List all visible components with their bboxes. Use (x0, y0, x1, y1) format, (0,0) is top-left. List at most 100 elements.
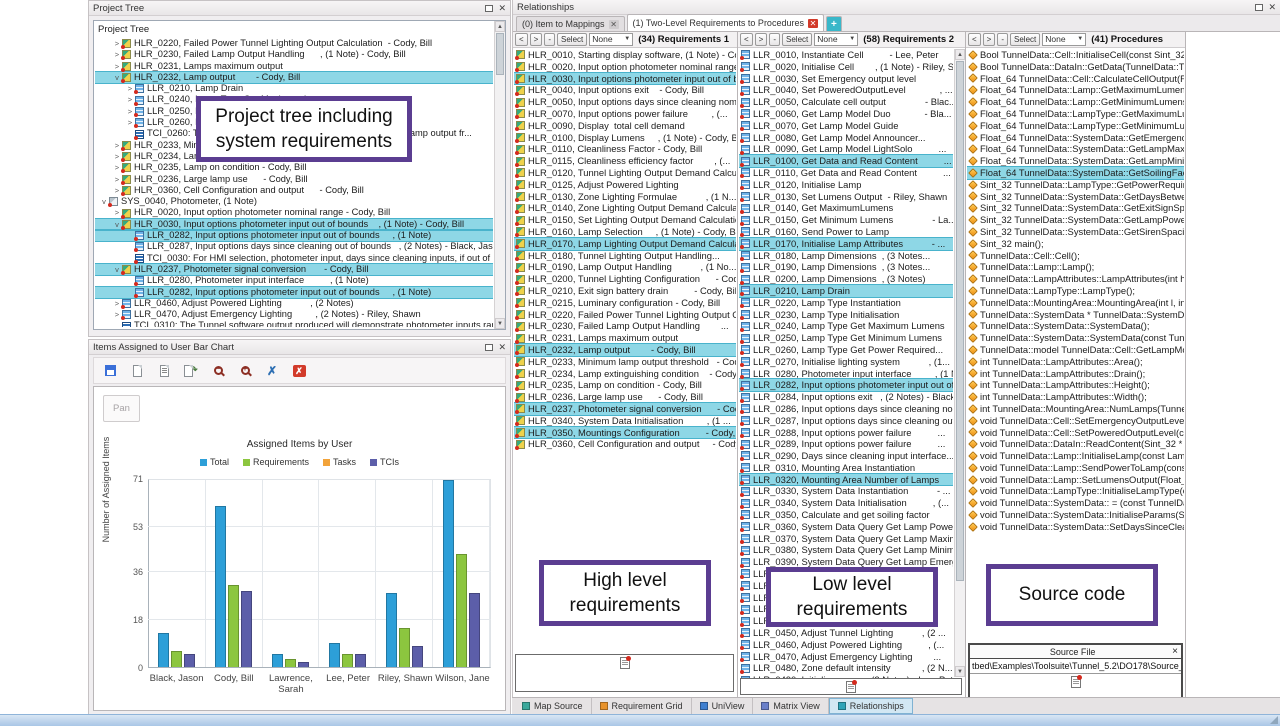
list-item[interactable]: TunnelData::SystemData::SystemData(); (967, 320, 1184, 332)
pan-button[interactable]: Pan (103, 395, 140, 422)
list-item[interactable]: TunnelData::model TunnelData::Cell::GetL… (967, 344, 1184, 356)
export-arrow-icon[interactable]: ↷ (183, 363, 199, 378)
list-item[interactable]: Float_64 TunnelData::SystemData::GetEmer… (967, 132, 1184, 144)
scroll-down-icon[interactable]: ▼ (495, 318, 505, 329)
list-item[interactable]: LLR_0110, Get Data and Read Content ... (739, 167, 953, 179)
export-page-icon[interactable] (129, 363, 145, 378)
nav-next-button[interactable]: > (983, 33, 996, 46)
list-item[interactable]: LLR_0150, Get Minimum Lumens - La... (739, 214, 953, 226)
close-icon[interactable]: ✕ (498, 4, 506, 12)
list-item[interactable]: LLR_0284, Input options exit , (2 Notes)… (739, 391, 953, 403)
list-item[interactable]: HLR_0190, Lamp Output Handling , (1 No..… (514, 261, 736, 273)
list-item[interactable]: LLR_0190, Lamp Dimensions , (3 Notes... (739, 261, 953, 273)
zoom-out-icon[interactable]: − (210, 363, 226, 378)
list-item[interactable]: LLR_0286, Input options days since clean… (739, 403, 953, 415)
tree-row[interactable]: TCI_0310: The Tunnel software output pro… (95, 320, 493, 327)
list-item[interactable]: Float_64 TunnelData::Lamp::GetMaximumLum… (967, 84, 1184, 96)
select-button[interactable]: Select (557, 33, 587, 46)
list-item[interactable]: LLR_0080, Get Lamp Model Announcer... (739, 132, 953, 144)
list-item[interactable]: HLR_0130, Zone Lighting Formulae , (1 N.… (514, 191, 736, 203)
list-item[interactable]: LLR_0289, Input options power failure ..… (739, 438, 953, 450)
view-tab-uniview[interactable]: UniView (692, 698, 754, 714)
list-item[interactable]: HLR_0235, Lamp on condition - Cody, Bill (514, 379, 736, 391)
list-item[interactable]: void TunnelData::Lamp::InitialiseLamp(co… (967, 450, 1184, 462)
list-item[interactable]: TunnelData::LampAttributes::LampAttribut… (967, 273, 1184, 285)
scroll-down-icon[interactable]: ▼ (955, 666, 965, 677)
list-item[interactable]: HLR_0170, Lamp Lighting Output Demand Ca… (514, 238, 736, 250)
list-item[interactable]: void TunnelData::Cell::SetEmergencyOutpu… (967, 415, 1184, 427)
float-icon[interactable] (1255, 4, 1263, 11)
list-item[interactable]: HLR_0360, Cell Configuration and output … (514, 438, 736, 450)
list-item[interactable]: HLR_0040, Input options exit - Cody, Bil… (514, 84, 736, 96)
list-item[interactable]: void TunnelData::SystemData::InitialiseP… (967, 509, 1184, 521)
list-item[interactable]: void TunnelData::Cell::SetPoweredOutputL… (967, 427, 1184, 439)
list-item[interactable]: LLR_0140, Get MaximumLumens (739, 202, 953, 214)
collapse-button[interactable]: - (544, 33, 555, 46)
list-item[interactable]: HLR_0150, Set Lighting Output Demand Cal… (514, 214, 736, 226)
list-item[interactable]: int TunnelData::MountingArea::NumLamps(T… (967, 403, 1184, 415)
list-item[interactable]: HLR_0125, Adjust Powered Lighting (514, 179, 736, 191)
list-item[interactable]: LLR_0050, Calculate cell output - Blac..… (739, 96, 953, 108)
tree-row[interactable]: LLR_0282, Input options photometer input… (95, 230, 493, 241)
list-item[interactable]: LLR_0330, System Data Instantiation - ..… (739, 485, 953, 497)
nav-prev-button[interactable]: < (968, 33, 981, 46)
list-item[interactable]: TunnelData::LampType::LampType(); (967, 285, 1184, 297)
close-icon[interactable]: ✕ (1268, 3, 1276, 11)
list-item[interactable]: LLR_0290, Days since cleaning input inte… (739, 450, 953, 462)
list-item[interactable]: HLR_0160, Lamp Selection , (1 Note) - Co… (514, 226, 736, 238)
collapse-button[interactable]: - (769, 33, 780, 46)
close-icon[interactable]: ✕ (498, 343, 506, 351)
list-item[interactable]: HLR_0230, Failed Lamp Output Handling ..… (514, 320, 736, 332)
filter-dropdown[interactable]: None▼ (1042, 33, 1086, 46)
nav-prev-button[interactable]: < (515, 33, 528, 46)
list-item[interactable]: HLR_0232, Lamp output - Cody, Bill (514, 344, 736, 356)
list-item[interactable]: LLR_0282, Input options photometer input… (739, 379, 953, 391)
list-item[interactable]: HLR_0340, System Data Initialisation , (… (514, 415, 736, 427)
tree-row[interactable]: TCI_0030: For HMI selection, photometer … (95, 253, 493, 264)
tree-row[interactable]: vHLR_0232, Lamp output - Cody, Bill (95, 72, 493, 83)
list-item[interactable]: HLR_0030, Input options photometer input… (514, 73, 736, 85)
tree-row[interactable]: LLR_0287, Input options days since clean… (95, 241, 493, 252)
list-item[interactable]: HLR_0020, Input option photometer nomina… (514, 61, 736, 73)
list-item[interactable]: LLR_0288, Input options power failure ..… (739, 427, 953, 439)
list-item[interactable]: LLR_0270, Initialise lighting system , (… (739, 356, 953, 368)
mapping-dropbox[interactable] (740, 678, 962, 695)
tree-row[interactable]: LLR_0282, Input options photometer input… (95, 287, 493, 298)
list-item[interactable]: void TunnelData::Lamp::SetLumensOutput(F… (967, 474, 1184, 486)
mapping-tab[interactable]: (0) Item to Mappings✕ (516, 16, 625, 31)
list-item[interactable]: HLR_0140, Zone Lighting Output Demand Ca… (514, 202, 736, 214)
list-item[interactable]: Float_64 TunnelData::SystemData::GetLamp… (967, 143, 1184, 155)
list-item[interactable]: HLR_0180, Tunnel Lighting Output Handlin… (514, 250, 736, 262)
zoom-reset-icon[interactable]: ✗ (264, 363, 280, 378)
list-item[interactable]: Float_64 TunnelData::LampType::GetMinimu… (967, 120, 1184, 132)
nav-next-button[interactable]: > (530, 33, 543, 46)
view-tab-requirement-grid[interactable]: Requirement Grid (592, 698, 692, 714)
list-item[interactable]: HLR_0070, Input options power failure , … (514, 108, 736, 120)
list-item[interactable]: Sint_32 TunnelData::SystemData::GetLampP… (967, 214, 1184, 226)
list-item[interactable]: TunnelData::SystemData * TunnelData::Sys… (967, 309, 1184, 321)
float-icon[interactable] (485, 344, 493, 351)
list-item[interactable]: LLR_0030, Set Emergency output level (739, 73, 953, 85)
list-item[interactable]: HLR_0234, Lamp extinguishing condition -… (514, 368, 736, 380)
list-item[interactable]: LLR_0360, System Data Query Get Lamp Pow… (739, 521, 953, 533)
list-item[interactable]: LLR_0260, Lamp Type Get Power Required..… (739, 344, 953, 356)
list-item[interactable]: HLR_0110, Cleanliness Factor - Cody, Bil… (514, 143, 736, 155)
list-item[interactable]: LLR_0020, Initialise Cell , (1 Note) - R… (739, 61, 953, 73)
list-item[interactable]: TunnelData::Cell::Cell(); (967, 250, 1184, 262)
list-item[interactable]: LLR_0170, Initialise Lamp Attributes - .… (739, 238, 953, 250)
close-icon[interactable]: × (1172, 646, 1178, 657)
view-tab-map-source[interactable]: Map Source (514, 698, 592, 714)
list-item[interactable]: Sint_32 TunnelData::SystemData::GetDaysB… (967, 191, 1184, 203)
list-item[interactable]: LLR_0090, Get Lamp Model LightSolo ... (739, 143, 953, 155)
tree-row[interactable]: LLR_0280, Photometer input interface , (… (95, 275, 493, 286)
list-item[interactable]: LLR_0100, Get Data and Read Content ... (739, 155, 953, 167)
list-item[interactable]: LLR_0010, Instantiate Cell - Lee, Peter (739, 49, 953, 61)
list-item[interactable]: LLR_0350, Calculate and get soiling fact… (739, 509, 953, 521)
list-item[interactable]: LLR_0060, Get Lamp Model Duo - Bla... (739, 108, 953, 120)
tree-row[interactable]: >HLR_0360, Cell Configuration and output… (95, 185, 493, 196)
list-item[interactable]: HLR_0200, Tunnel Lighting Configuration … (514, 273, 736, 285)
column2-scrollbar[interactable]: ▲ ▼ (954, 49, 965, 677)
tree-row[interactable]: >HLR_0236, Large lamp use - Cody, Bill (95, 174, 493, 185)
list-item[interactable]: LLR_0210, Lamp Drain (739, 285, 953, 297)
list-item[interactable]: int TunnelData::LampAttributes::Drain(); (967, 368, 1184, 380)
